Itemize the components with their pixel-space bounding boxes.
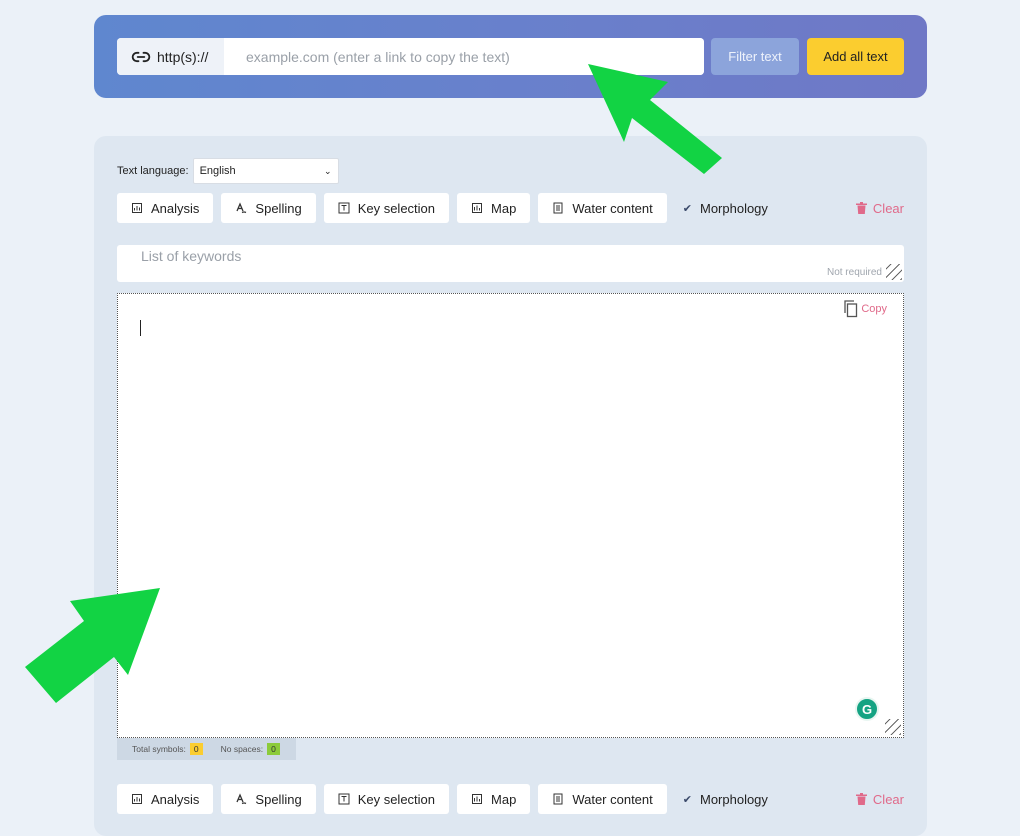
- analysis-label: Analysis: [151, 200, 200, 216]
- morphology-label: Morphology: [699, 200, 768, 216]
- key-selection-label: Key selection: [357, 791, 436, 807]
- water-content-label: Water content: [572, 200, 653, 216]
- resize-handle[interactable]: [886, 264, 902, 280]
- water-content-label: Water content: [572, 791, 653, 807]
- clear-button[interactable]: Clear: [855, 791, 904, 807]
- map-icon: [472, 794, 483, 804]
- add-all-text-button[interactable]: Add all text: [807, 38, 904, 75]
- key-selection-icon: [338, 202, 350, 214]
- checkmark-icon: ✔: [682, 793, 692, 806]
- map-icon: [472, 203, 483, 213]
- morphology-checkbox[interactable]: ✔ Morphology: [683, 792, 768, 807]
- toolbar-bottom: Analysis Spelling Key selection Map Wate…: [117, 784, 904, 814]
- spelling-button[interactable]: Spelling: [221, 193, 316, 223]
- copy-label: Copy: [861, 303, 887, 315]
- checkmark-icon: ✔: [682, 202, 692, 215]
- key-selection-button[interactable]: Key selection: [323, 784, 450, 814]
- clear-label: Clear: [872, 791, 904, 807]
- chevron-down-icon: ⌄: [324, 165, 332, 176]
- map-label: Map: [491, 791, 517, 807]
- spelling-label: Spelling: [255, 791, 302, 807]
- language-row: Text language: English ⌄: [117, 158, 339, 184]
- water-content-button[interactable]: Water content: [538, 193, 667, 223]
- no-spaces-badge: 0: [267, 743, 280, 755]
- link-icon: [131, 51, 151, 62]
- url-prefix-label: http(s)://: [157, 48, 209, 65]
- total-symbols-label: Total symbols:: [132, 744, 186, 754]
- map-button[interactable]: Map: [457, 784, 531, 814]
- analysis-icon: [132, 794, 142, 804]
- stats-bar: Total symbols: 0 No spaces: 0: [117, 738, 296, 760]
- text-caret: [140, 320, 141, 336]
- map-label: Map: [491, 200, 517, 216]
- keywords-box: Not required: [117, 245, 904, 282]
- key-selection-label: Key selection: [357, 200, 436, 216]
- morphology-label: Morphology: [699, 791, 768, 807]
- copy-icon: [844, 300, 858, 318]
- analysis-label: Analysis: [151, 791, 200, 807]
- map-button[interactable]: Map: [457, 193, 531, 223]
- trash-icon: [855, 793, 867, 805]
- analysis-button[interactable]: Analysis: [117, 193, 214, 223]
- arrow-pointer: [588, 64, 722, 174]
- not-required-note: Not required: [826, 267, 882, 278]
- arrow-pointer: [25, 588, 160, 703]
- language-label: Text language:: [117, 165, 189, 177]
- keywords-input[interactable]: [139, 247, 743, 265]
- morphology-checkbox[interactable]: ✔ Morphology: [683, 201, 768, 216]
- clear-button[interactable]: Clear: [855, 200, 904, 216]
- grammarly-icon[interactable]: G: [855, 697, 879, 721]
- url-prefix: http(s)://: [117, 38, 224, 75]
- copy-button[interactable]: Copy: [842, 300, 887, 318]
- text-editor[interactable]: Copy G: [117, 293, 904, 738]
- main-card: Text language: English ⌄ Analysis Spelli…: [94, 136, 927, 836]
- language-select[interactable]: English ⌄: [192, 158, 339, 184]
- water-content-button[interactable]: Water content: [538, 784, 667, 814]
- resize-handle[interactable]: [885, 719, 901, 735]
- spelling-label: Spelling: [255, 200, 302, 216]
- total-symbols-badge: 0: [189, 743, 203, 755]
- url-panel: http(s):// Filter text Add all text: [94, 15, 927, 98]
- key-selection-button[interactable]: Key selection: [323, 193, 450, 223]
- trash-icon: [855, 202, 867, 214]
- toolbar-top: Analysis Spelling Key selection Map Wate…: [117, 193, 904, 223]
- water-content-icon: [553, 793, 563, 805]
- analysis-button[interactable]: Analysis: [117, 784, 214, 814]
- spelling-button[interactable]: Spelling: [221, 784, 316, 814]
- spelling-icon: [236, 793, 247, 805]
- clear-label: Clear: [872, 200, 904, 216]
- no-spaces-label: No spaces:: [220, 744, 264, 754]
- spelling-icon: [236, 202, 247, 214]
- water-content-icon: [553, 202, 563, 214]
- language-selected: English: [199, 165, 236, 177]
- analysis-icon: [132, 203, 142, 213]
- key-selection-icon: [338, 793, 350, 805]
